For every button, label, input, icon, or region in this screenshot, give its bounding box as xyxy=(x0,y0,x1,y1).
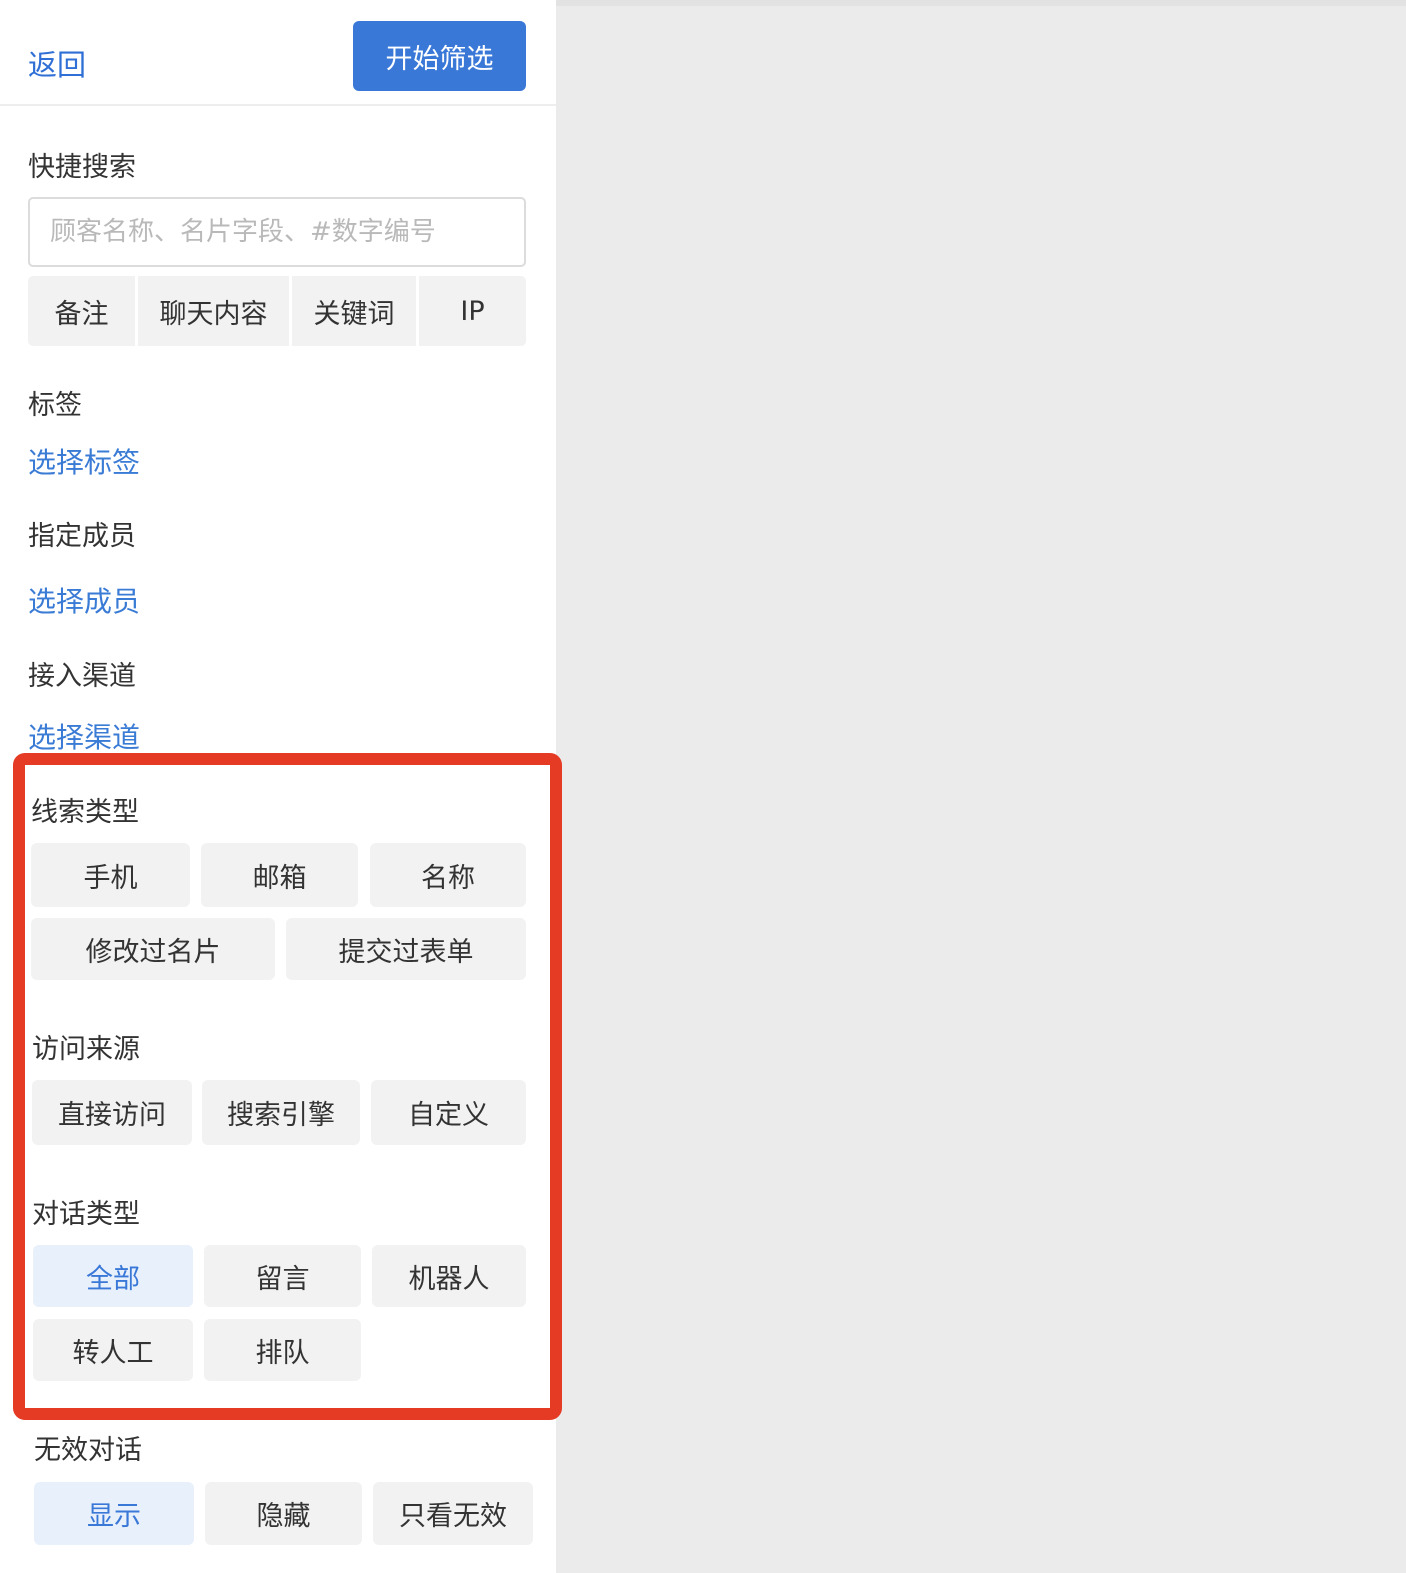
dialog-type-all[interactable]: 全部 xyxy=(33,1245,193,1307)
tags-label: 标签 xyxy=(28,390,82,421)
channels-label: 接入渠道 xyxy=(28,661,136,692)
start-filter-button[interactable]: 开始筛选 xyxy=(353,21,526,91)
lead-type-email[interactable]: 邮箱 xyxy=(201,843,358,907)
visit-source-search-engine[interactable]: 搜索引擎 xyxy=(202,1080,360,1145)
dialog-type-queue[interactable]: 排队 xyxy=(204,1319,361,1381)
dialog-type-robot[interactable]: 机器人 xyxy=(372,1245,526,1307)
lead-type-label: 线索类型 xyxy=(31,797,139,828)
search-input[interactable] xyxy=(28,197,526,267)
lead-type-submitted-form[interactable]: 提交过表单 xyxy=(286,918,526,980)
invalid-dialog-hide[interactable]: 隐藏 xyxy=(205,1482,362,1545)
invalid-dialog-label: 无效对话 xyxy=(34,1435,142,1466)
search-scope-chat-content[interactable]: 聊天内容 xyxy=(138,276,289,346)
visit-source-direct[interactable]: 直接访问 xyxy=(32,1080,192,1145)
lead-type-edited-card[interactable]: 修改过名片 xyxy=(31,918,275,980)
invalid-dialog-show[interactable]: 显示 xyxy=(34,1482,194,1545)
lead-type-name[interactable]: 名称 xyxy=(370,843,526,907)
back-link[interactable]: 返回 xyxy=(28,42,86,84)
select-channels-link[interactable]: 选择渠道 xyxy=(28,716,140,756)
search-scope-keyword[interactable]: 关键词 xyxy=(292,276,416,346)
lead-type-phone[interactable]: 手机 xyxy=(31,843,190,907)
select-members-link[interactable]: 选择成员 xyxy=(28,580,140,620)
visit-source-custom[interactable]: 自定义 xyxy=(371,1080,526,1145)
visit-source-label: 访问来源 xyxy=(32,1034,140,1065)
quick-search-label: 快捷搜索 xyxy=(28,152,136,183)
header-divider xyxy=(0,104,556,106)
select-tags-link[interactable]: 选择标签 xyxy=(28,441,140,481)
dialog-type-message[interactable]: 留言 xyxy=(204,1245,361,1307)
dialog-type-transfer-human[interactable]: 转人工 xyxy=(33,1319,193,1381)
filter-panel: 返回 开始筛选 快捷搜索 备注 聊天内容 关键词 IP 标签 选择标签 指定成员… xyxy=(0,0,556,1573)
invalid-dialog-only-invalid[interactable]: 只看无效 xyxy=(373,1482,533,1545)
search-scope-remark[interactable]: 备注 xyxy=(28,276,135,346)
members-label: 指定成员 xyxy=(28,521,136,552)
search-scope-ip[interactable]: IP xyxy=(419,276,526,346)
dialog-type-label: 对话类型 xyxy=(32,1199,140,1230)
